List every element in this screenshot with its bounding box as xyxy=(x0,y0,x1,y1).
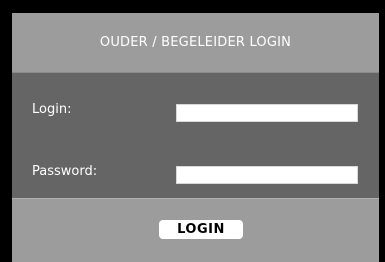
login-panel: OUDER / BEGELEIDER LOGIN Login: Password… xyxy=(12,13,379,262)
panel-footer: LOGIN xyxy=(12,198,379,262)
login-input[interactable] xyxy=(176,104,358,122)
login-button[interactable]: LOGIN xyxy=(159,220,243,239)
login-form: Login: Password: xyxy=(12,73,379,198)
password-input[interactable] xyxy=(176,166,358,184)
password-label: Password: xyxy=(32,164,98,179)
login-label: Login: xyxy=(32,102,72,117)
page-title: OUDER / BEGELEIDER LOGIN xyxy=(99,35,292,50)
panel-header: OUDER / BEGELEIDER LOGIN xyxy=(12,13,379,73)
